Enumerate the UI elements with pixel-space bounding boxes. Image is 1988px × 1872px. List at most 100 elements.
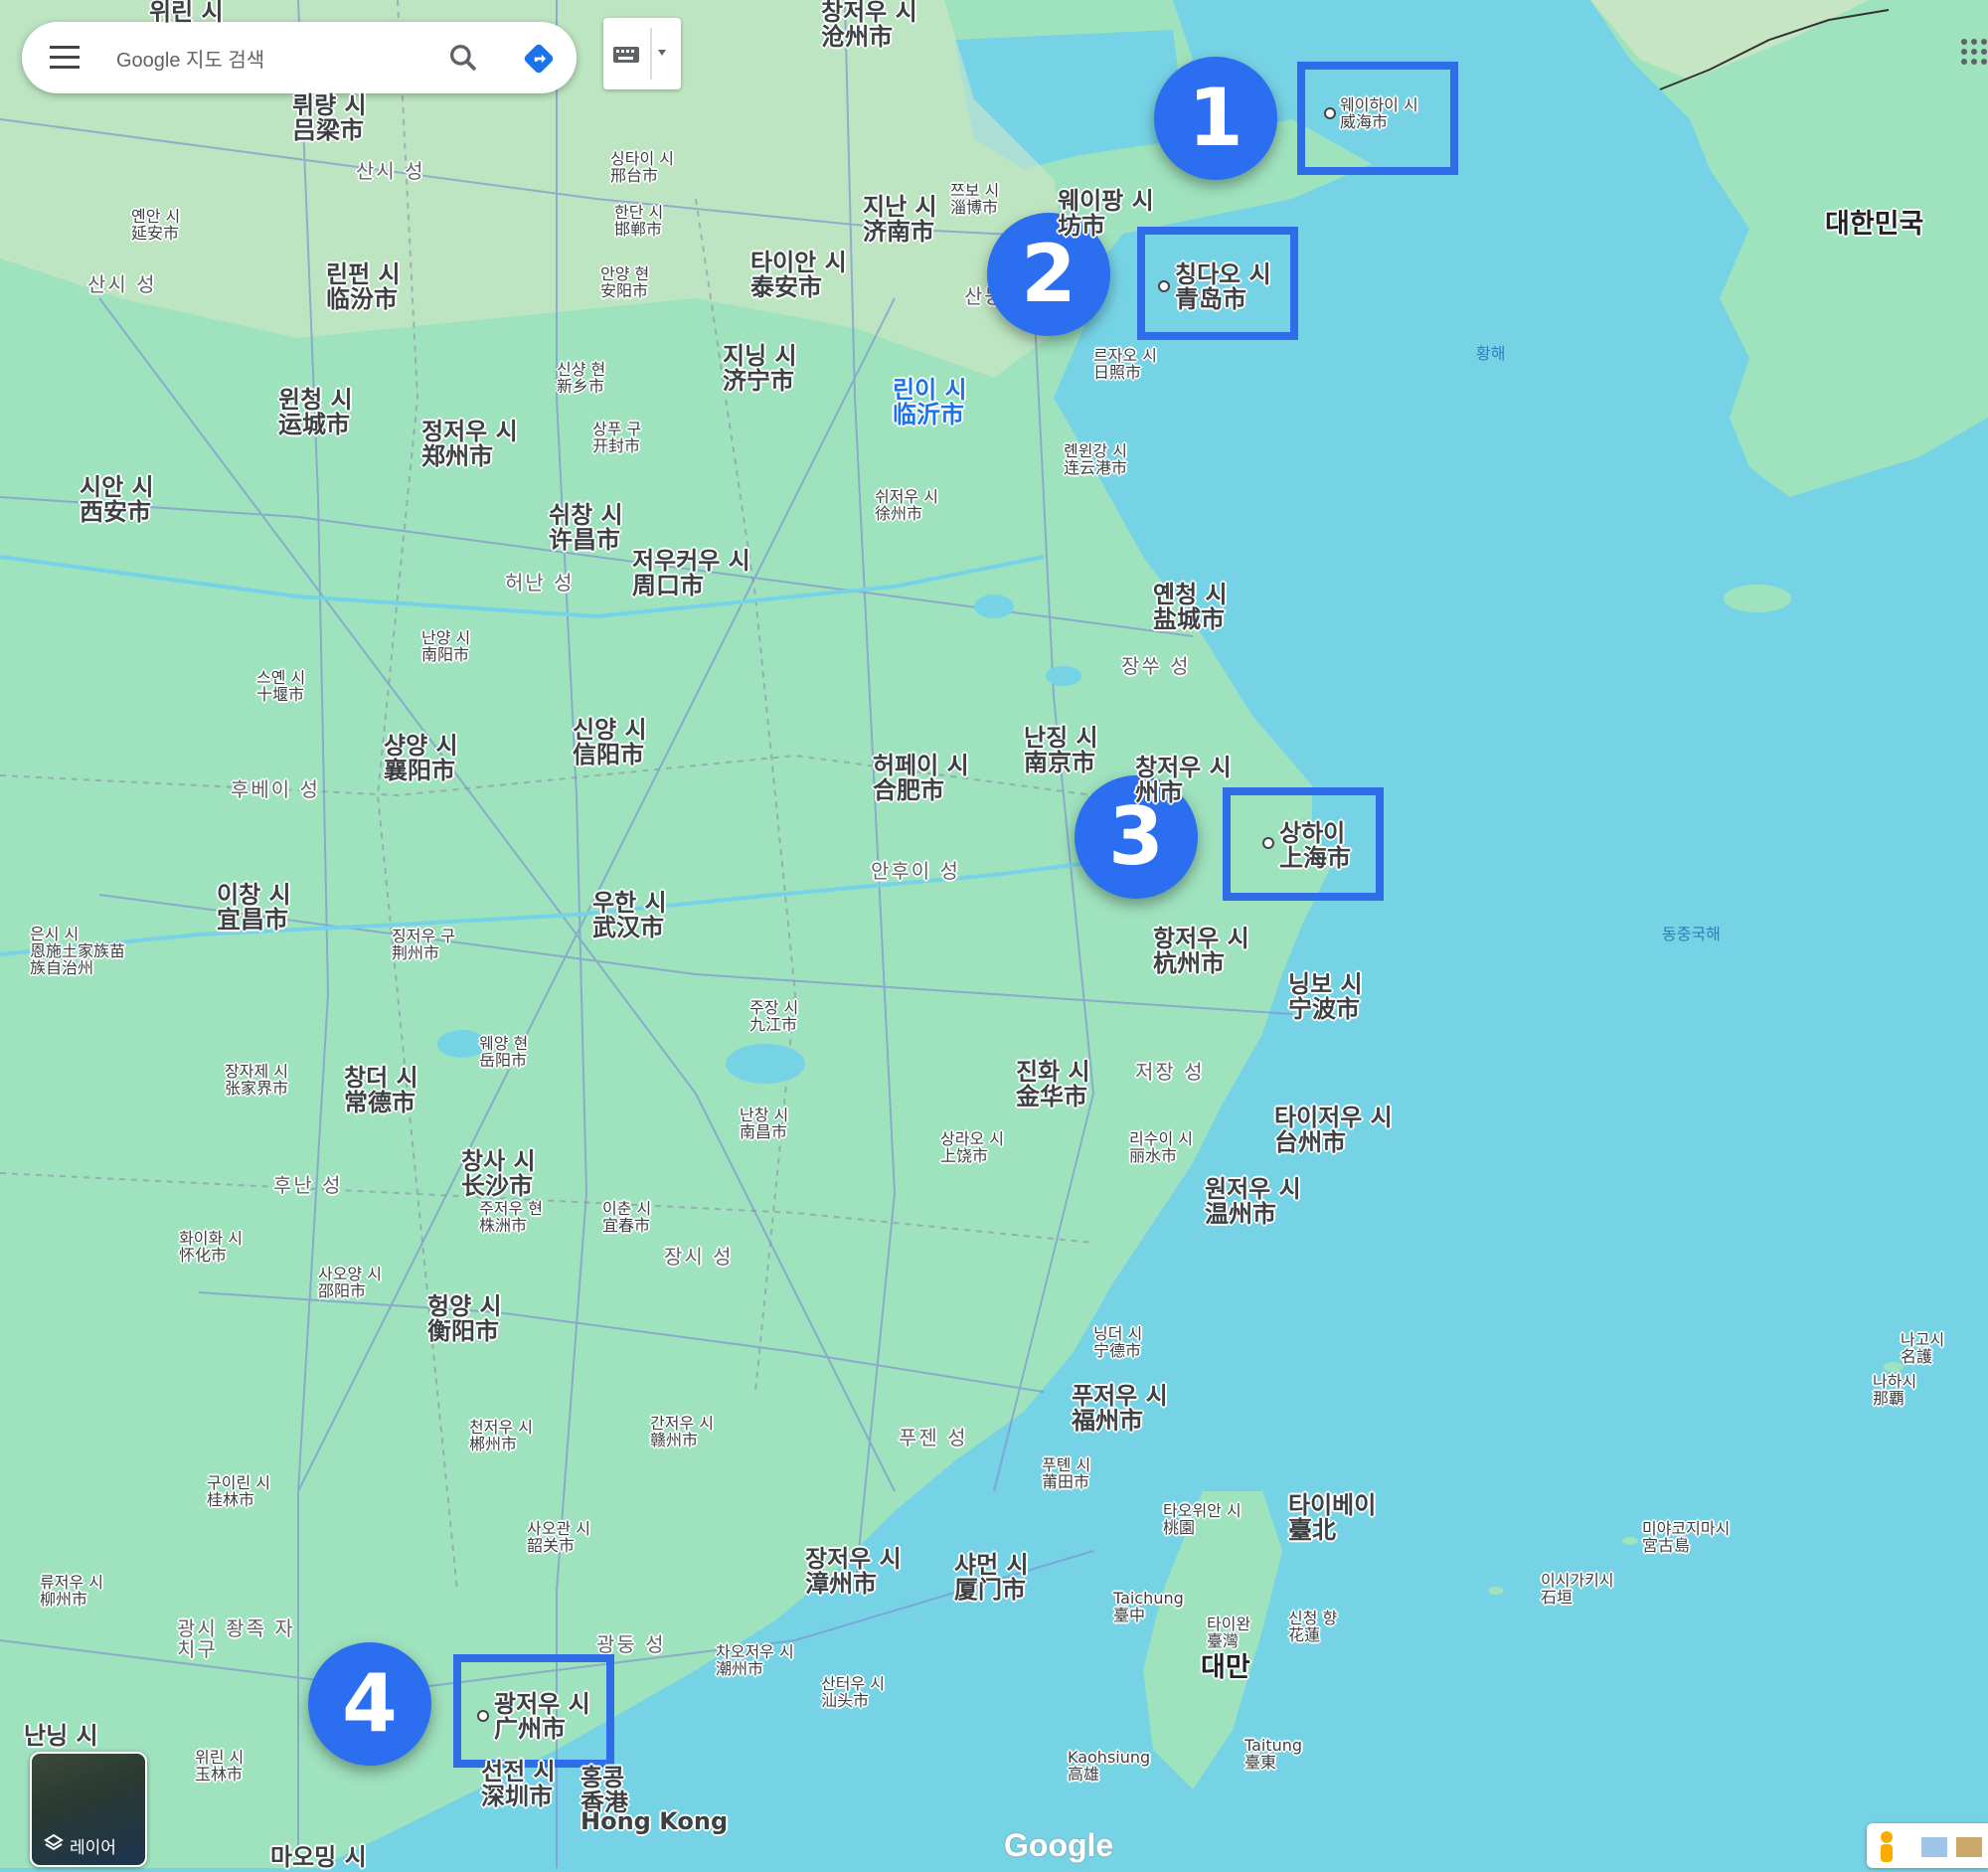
city-label[interactable]: 선전 시 深圳市 [481, 1759, 556, 1809]
city-label[interactable]: 샹양 시 襄阳市 [384, 733, 458, 783]
city-label[interactable]: 샤먼 시 厦门市 [954, 1552, 1029, 1603]
region-label: 저장 성 [1135, 1060, 1205, 1084]
region-label: 후베이 성 [231, 777, 320, 801]
apps-grid-icon[interactable] [1960, 38, 1988, 66]
city-label[interactable]: 원저우 시 温州市 [1205, 1176, 1301, 1227]
city-label[interactable]: 사오양 시 邵阳市 [318, 1266, 382, 1300]
city-label[interactable]: 사오관 시 韶关市 [527, 1520, 590, 1555]
keyboard-button[interactable] [603, 18, 681, 89]
city-label[interactable]: 쉬창 시 许昌市 [549, 502, 623, 553]
city-label[interactable]: 정저우 시 郑州市 [421, 419, 518, 469]
city-label[interactable]: 은시 시 恩施土家族苗族自治州 [30, 926, 129, 976]
region-label: 장시 성 [664, 1245, 734, 1269]
pegman-icon [1881, 1831, 1982, 1862]
city-label[interactable]: 저우커우 시 周口市 [632, 548, 750, 598]
city-label[interactable]: 진화 시 金华市 [1016, 1059, 1090, 1109]
region-label: 장쑤 성 [1121, 654, 1191, 678]
city-label[interactable]: 창사 시 长沙市 [461, 1148, 536, 1199]
city-label[interactable]: 타이저우 시 台州市 [1274, 1105, 1393, 1155]
city-label[interactable]: 위린 시 玉林市 [195, 1749, 244, 1784]
city-label[interactable]: 화이화 시 怀化市 [179, 1230, 243, 1265]
city-label[interactable]: 웨이팡 시 坊市 [1058, 188, 1154, 239]
city-label[interactable]: 나고시 名護 [1901, 1331, 1944, 1366]
city-label[interactable]: 한단 시 邯郸市 [614, 204, 663, 239]
city-label[interactable]: 신청 향 花蓮 [1288, 1610, 1337, 1644]
city-label[interactable]: 리수이 시 丽水市 [1129, 1130, 1193, 1165]
city-label[interactable]: 장저우 시 漳州市 [805, 1546, 902, 1597]
menu-icon[interactable] [50, 46, 80, 70]
city-label[interactable]: 타이베이 臺北 [1288, 1492, 1376, 1543]
city-label[interactable]: 신양 시 信阳市 [573, 717, 647, 767]
city-label[interactable]: 타이안 시 泰安市 [750, 250, 847, 300]
city-label[interactable]: 윈청 시 运城市 [278, 387, 353, 437]
city-label[interactable]: 난닝 시 [24, 1723, 98, 1749]
city-label[interactable]: 푸저우 시 福州市 [1072, 1383, 1168, 1434]
city-label[interactable]: 닝보 시 宁波市 [1288, 971, 1363, 1022]
search-input[interactable]: Google 지도 검색 [116, 44, 264, 73]
city-label[interactable]: 주저우 현 株洲市 [479, 1200, 543, 1235]
city-label[interactable]: 장자제 시 张家界市 [225, 1063, 288, 1098]
city-label[interactable]: 징저우 구 荆州市 [392, 928, 455, 962]
city-label[interactable]: 나하시 那覇 [1873, 1373, 1916, 1408]
city-label[interactable]: 옌청 시 盐城市 [1153, 582, 1228, 632]
city-label[interactable]: 창더 시 常德市 [344, 1065, 418, 1115]
city-label[interactable]: Taichung 臺中 [1113, 1590, 1184, 1624]
city-label[interactable]: 롄윈강 시 连云港市 [1064, 442, 1127, 477]
city-label[interactable]: 항저우 시 杭州市 [1153, 926, 1249, 976]
city-label[interactable]: 산터우 시 汕头市 [821, 1675, 885, 1710]
city-label[interactable]: 구이린 시 桂林市 [207, 1474, 270, 1509]
city-label[interactable]: 천저우 시 郴州市 [469, 1419, 533, 1453]
search-box[interactable]: Google 지도 검색 [22, 22, 577, 93]
city-label[interactable]: 싱타이 시 邢台市 [610, 150, 674, 185]
city-label[interactable]: Taitung 臺東 [1244, 1737, 1302, 1772]
city-label[interactable]: 웨양 현 岳阳市 [479, 1035, 528, 1070]
city-label[interactable]: 우한 시 武汉市 [592, 890, 667, 940]
street-view-pegman[interactable] [1867, 1823, 1988, 1868]
city-label[interactable]: 미야코지마시 宮古島 [1642, 1520, 1730, 1555]
city-label[interactable]: 신샹 현 新乡市 [557, 361, 605, 396]
city-label[interactable]: 린펀 시 临汾市 [326, 261, 401, 312]
city-label[interactable]: 난징 시 南京市 [1024, 725, 1098, 775]
city-label[interactable]: 난창 시 南昌市 [740, 1106, 788, 1141]
city-label[interactable]: 이창 시 宜昌市 [217, 882, 291, 933]
city-label[interactable]: 상푸 구 开封市 [592, 421, 641, 455]
city-label[interactable]: 허페이 시 合肥市 [873, 753, 969, 803]
number-badge: 4 [308, 1642, 431, 1766]
city-label[interactable]: 류저우 시 柳州市 [40, 1574, 103, 1609]
city-label[interactable]: 창저우 시 沧州市 [821, 0, 917, 50]
city-label[interactable]: 린이 시 临沂市 [893, 377, 967, 427]
city-label[interactable]: 위린 시 [149, 0, 224, 25]
city-label[interactable]: Kaohsiung 高雄 [1068, 1749, 1150, 1784]
city-label[interactable]: 지난 시 济南市 [863, 194, 937, 245]
city-label[interactable]: 이시가키시 石垣 [1541, 1572, 1614, 1607]
city-label[interactable]: 푸톈 시 莆田市 [1042, 1456, 1090, 1491]
directions-icon[interactable] [522, 42, 556, 76]
city-label[interactable]: 닝더 시 宁德市 [1093, 1325, 1142, 1360]
city-label[interactable]: 안양 현 安阳市 [600, 265, 649, 300]
city-label[interactable]: Hong Kong [580, 1808, 728, 1834]
city-label[interactable]: 쉬저우 시 徐州市 [875, 488, 938, 523]
city-label[interactable]: 간저우 시 赣州市 [650, 1415, 714, 1449]
city-label[interactable]: 쯔보 시 淄博市 [950, 182, 999, 217]
city-label[interactable]: 시안 시 西安市 [80, 474, 154, 525]
keyboard-icon [613, 28, 666, 80]
city-label[interactable]: 지닝 시 济宁市 [723, 343, 797, 394]
city-label[interactable]: 창저우 시 州市 [1135, 755, 1232, 805]
city-label[interactable]: 주장 시 九江市 [749, 999, 798, 1034]
city-label[interactable]: 르자오 시 日照市 [1093, 347, 1157, 382]
city-label[interactable]: 상라오 시 上饶市 [940, 1130, 1004, 1165]
city-label[interactable]: 차오저우 시 潮州市 [716, 1643, 794, 1678]
city-label[interactable]: 이춘 시 宜春市 [602, 1200, 651, 1235]
city-label[interactable]: 스옌 시 十堰市 [256, 669, 305, 704]
city-label[interactable]: 마오밍 시 [270, 1844, 367, 1870]
city-label[interactable]: 뤼량 시 吕梁市 [292, 92, 367, 143]
city-label[interactable]: 타오위안 시 桃園 [1163, 1502, 1242, 1537]
region-label: 산시 성 [87, 272, 157, 296]
layers-button[interactable]: 레이어 [30, 1752, 147, 1867]
city-label[interactable]: 난양 시 南阳市 [421, 629, 470, 664]
city-label[interactable]: 타이완 臺灣 [1207, 1616, 1250, 1650]
search-icon[interactable] [447, 42, 479, 74]
city-label[interactable]: 옌안 시 延安市 [131, 208, 180, 243]
region-label: 광시 좡족 자치구 [177, 1617, 295, 1661]
city-label[interactable]: 헝양 시 衡阳市 [427, 1293, 502, 1344]
